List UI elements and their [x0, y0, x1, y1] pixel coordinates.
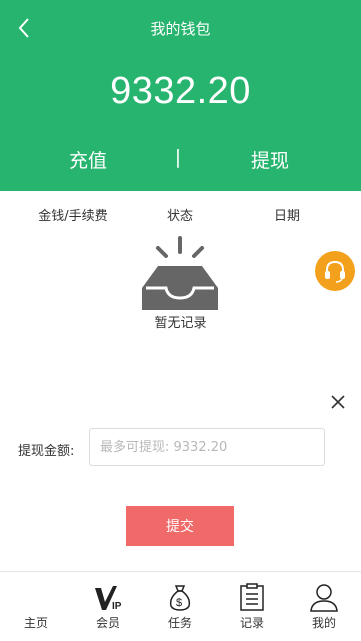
close-icon: [331, 395, 345, 409]
tab-mine[interactable]: 我的: [294, 572, 354, 641]
vip-icon: IP: [95, 586, 122, 612]
close-button[interactable]: [327, 391, 349, 413]
withdraw-amount-label: 提现金额:: [18, 444, 75, 459]
bottom-tabbar: 主页 IP 会员 $ 任务 记录 我的: [0, 571, 361, 641]
tab-records[interactable]: 记录: [222, 572, 282, 641]
svg-text:IP: IP: [112, 601, 122, 612]
empty-state-text: 暂无记录: [154, 316, 207, 331]
recharge-button[interactable]: 充值: [48, 146, 128, 173]
wallet-header: 我的钱包 9332.20 充值 | 提现: [0, 0, 361, 191]
tab-vip[interactable]: IP 会员: [78, 572, 138, 641]
column-header-amount: 金钱/手续费: [38, 209, 108, 224]
withdraw-button[interactable]: 提现: [230, 146, 310, 173]
wallet-actions: 充值 | 提现: [0, 146, 361, 176]
tab-label: 会员: [95, 616, 120, 630]
column-header-status: 状态: [166, 209, 193, 224]
wallet-balance: 9332.20: [110, 70, 251, 112]
user-icon: [310, 584, 338, 612]
tab-label: 主页: [23, 616, 48, 630]
withdraw-amount-input[interactable]: [89, 428, 325, 466]
svg-text:$: $: [176, 597, 182, 609]
actions-separator: |: [174, 146, 182, 168]
submit-button[interactable]: 提交: [126, 506, 234, 546]
money-bag-icon: $: [169, 585, 191, 611]
tab-label: 我的: [311, 616, 336, 630]
tab-label: 记录: [239, 616, 264, 630]
headset-icon: [325, 260, 345, 283]
tab-label: 任务: [167, 616, 192, 630]
records-table-header: 金钱/手续费 状态 日期: [0, 205, 361, 225]
column-header-date: 日期: [273, 209, 300, 224]
tab-task[interactable]: $ 任务: [150, 572, 210, 641]
tab-home[interactable]: 主页: [6, 572, 66, 641]
empty-inbox-icon: [142, 236, 218, 310]
clipboard-icon: [240, 583, 264, 611]
page-title: 我的钱包: [150, 20, 211, 38]
customer-support-button[interactable]: [315, 251, 355, 291]
